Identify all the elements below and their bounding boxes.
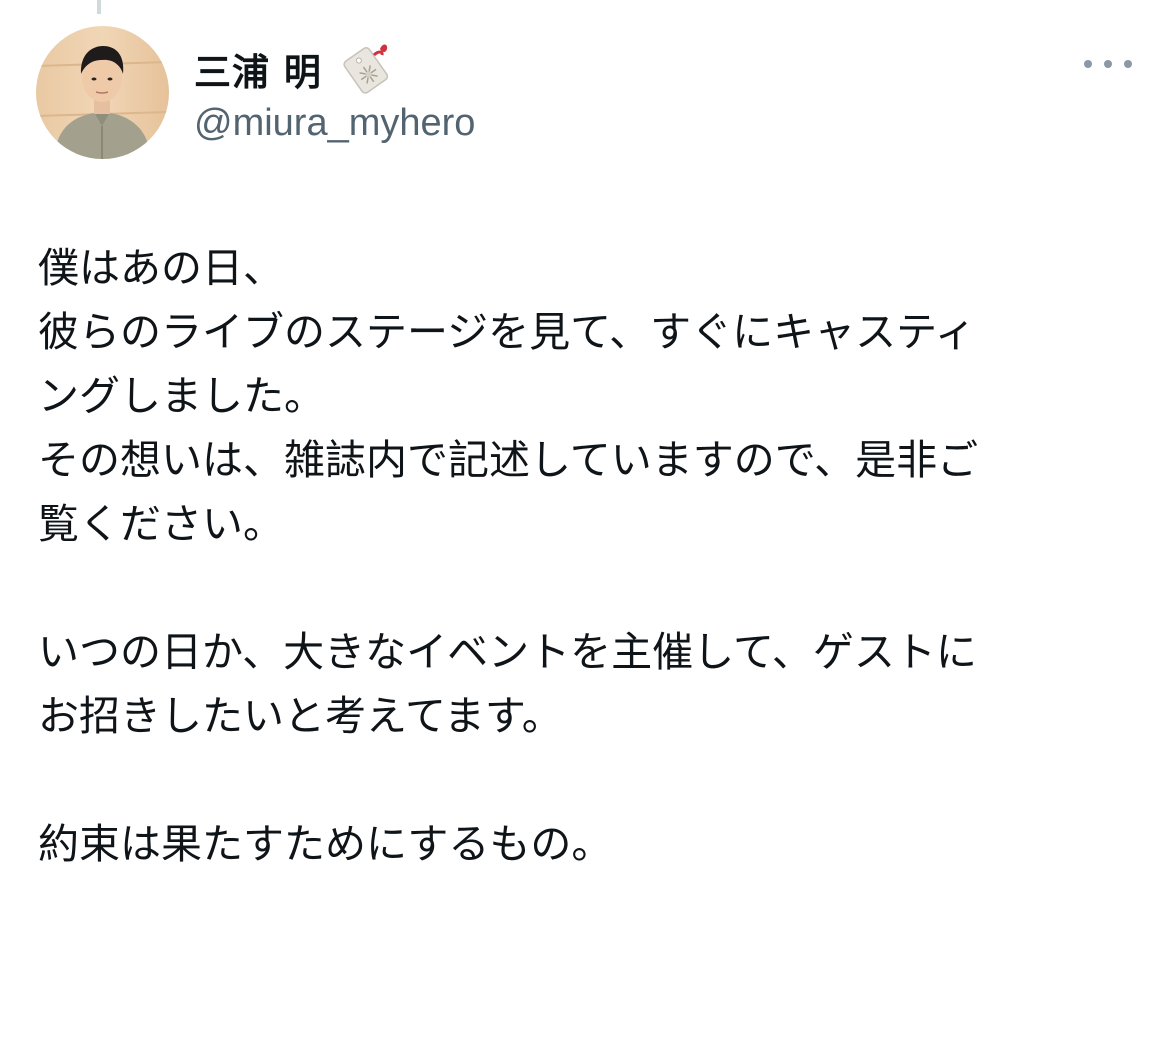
author-handle[interactable]: @miura_myhero <box>194 102 1169 145</box>
thread-connector-line <box>97 0 101 14</box>
tweet-text-line: 僕はあの日、 <box>38 244 284 292</box>
tweet-header: 三浦 明 @miura_myhero <box>194 38 1169 145</box>
more-horizontal-icon <box>1104 60 1112 68</box>
avatar-photo <box>36 26 169 159</box>
tweet-paragraph: 約束は果たすためにするもの。 <box>38 812 1148 876</box>
tweet-text-line: ングしました。 <box>38 372 325 420</box>
more-options-button[interactable] <box>1084 52 1132 76</box>
tweet-paragraph: いつの日か、大きなイベントを主催して、ゲストに お招きしたいと考えてます。 <box>38 620 1148 748</box>
tweet-text-line: 彼らのライブのステージを見て、すぐにキャスティ <box>38 308 976 356</box>
tweet-text-line: 約束は果たすためにするもの。 <box>38 820 613 868</box>
author-name-row: 三浦 明 <box>194 38 1169 100</box>
tweet-text-line: 覧ください。 <box>38 500 284 548</box>
tweet-text-line: いつの日か、大きなイベントを主催して、ゲストに <box>38 628 977 676</box>
affiliate-tag-badge-icon[interactable] <box>336 39 396 99</box>
avatar[interactable] <box>36 26 169 159</box>
tweet-text-line: その想いは、雑誌内で記述していますので、是非ご <box>38 436 979 484</box>
tweet-body: 僕はあの日、 彼らのライブのステージを見て、すぐにキャスティ ングしました。 そ… <box>38 236 1148 876</box>
more-horizontal-icon <box>1084 60 1092 68</box>
tweet-paragraph: 僕はあの日、 彼らのライブのステージを見て、すぐにキャスティ ングしました。 そ… <box>38 236 1148 556</box>
author-display-name[interactable]: 三浦 明 <box>194 42 322 96</box>
more-horizontal-icon <box>1124 60 1132 68</box>
tweet-text-line: お招きしたいと考えてます。 <box>38 692 563 740</box>
